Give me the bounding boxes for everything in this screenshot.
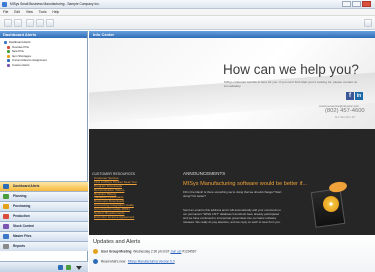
main-area: Info Center How can we help you? MISys c…: [89, 31, 375, 272]
production-icon: [3, 214, 9, 219]
resources-list: Customer Service Find a MISys Partner Ne…: [94, 176, 137, 220]
whats-new-link[interactable]: MISys Manufacturing Version 5.0: [128, 259, 175, 263]
dashboard-icon: [3, 184, 9, 189]
nav-item-dashboard-alerts[interactable]: Dashboard Alerts: [0, 181, 88, 191]
menu-bar: File Edit View Tools Help: [0, 9, 375, 16]
alert-icon: [7, 45, 10, 49]
banner-decoration: [89, 70, 375, 124]
stock-icon: [3, 224, 9, 229]
master-files-icon: [3, 234, 9, 239]
nav-item-master-files[interactable]: Master Files: [0, 231, 88, 241]
minimize-button[interactable]: [342, 1, 351, 7]
title-bar: MISys Small Business Manufacturing - Sam…: [0, 0, 375, 9]
facebook-icon[interactable]: f: [346, 92, 354, 100]
app-icon: [2, 2, 7, 7]
join-link[interactable]: Join us!: [170, 249, 181, 253]
announcement-body: Fill in the blank! Is there something we…: [183, 190, 282, 199]
forward-icon[interactable]: [14, 19, 22, 27]
menu-view[interactable]: View: [26, 10, 33, 14]
info-dark-section: CUSTOMER RESOURCES Customer Service Find…: [89, 129, 375, 235]
alert-icon: [7, 59, 10, 63]
resource-link[interactable]: End User License Agreement: [94, 215, 137, 220]
alert-icon: [7, 63, 10, 67]
close-button[interactable]: [362, 1, 371, 7]
hero-subtitle: MISys customer service is here for you. …: [224, 80, 358, 88]
print-icon[interactable]: [46, 19, 54, 27]
announcements-title: ANNOUNCEMENTS: [183, 171, 226, 176]
nav-item-production[interactable]: Production: [0, 211, 88, 221]
planning-icon: [3, 194, 9, 199]
hero-title: How can we help you?: [223, 62, 359, 77]
alert-icon: [7, 50, 10, 54]
info-icon: [93, 259, 98, 264]
menu-edit[interactable]: Edit: [14, 10, 20, 14]
tree-item[interactable]: Custom Alerts: [0, 63, 87, 68]
menu-help[interactable]: Help: [52, 10, 59, 14]
maximize-button[interactable]: [352, 1, 361, 7]
back-icon[interactable]: [4, 19, 12, 27]
reports-icon: [3, 244, 9, 249]
folder-icon: [4, 41, 7, 44]
left-panel-title: Dashboard Alerts: [0, 31, 87, 38]
menu-tools[interactable]: Tools: [39, 10, 47, 14]
nav-item-purchasing[interactable]: Purchasing: [0, 201, 88, 211]
menu-file[interactable]: File: [3, 10, 8, 14]
nav-item-reports[interactable]: Reports: [0, 241, 88, 251]
home-icon[interactable]: [26, 19, 34, 27]
refresh-icon[interactable]: [36, 19, 44, 27]
product-box-image: [307, 180, 353, 228]
config-icon[interactable]: [66, 265, 71, 270]
calendar-icon: [93, 249, 98, 254]
chevron-down-icon[interactable]: [76, 266, 82, 270]
nav-item-stock-control[interactable]: Stock Control: [0, 221, 88, 231]
updates-section: Updates and Alerts User Group Meeting We…: [89, 235, 375, 272]
contact-phone: (802) 457-4600: [325, 108, 365, 114]
updates-title: Updates and Alerts: [93, 239, 141, 245]
announcement-headline: MISys Manufacturing software would be be…: [183, 181, 308, 187]
alert-tree: Dashboard Alerts Overdue POs New POs Ite…: [0, 38, 87, 68]
update-row: Read what's new: MISys Manufacturing Ver…: [93, 259, 175, 264]
config-icon[interactable]: [58, 265, 63, 270]
purchasing-icon: [3, 204, 9, 209]
nav-panel: Dashboard Alerts Planning Purchasing Pro…: [0, 181, 88, 251]
alert-icon: [7, 54, 10, 58]
update-row: User Group Meeting Wednesday 2:30 pm EST…: [93, 249, 196, 254]
main-header: Info Center: [89, 31, 375, 38]
nav-item-planning[interactable]: Planning: [0, 191, 88, 201]
nav-footer: [0, 261, 88, 272]
linkedin-icon[interactable]: in: [355, 92, 363, 100]
help-banner: How can we help you? MISys customer serv…: [89, 38, 375, 129]
toolbar: [0, 16, 375, 30]
announcement-body: Send an email to this address and it wil…: [183, 208, 281, 225]
help-icon[interactable]: [364, 19, 372, 27]
window-title: MISys Small Business Manufacturing - Sam…: [10, 2, 100, 6]
contact-hours: M-F 9am-5pm ET: [335, 116, 356, 119]
